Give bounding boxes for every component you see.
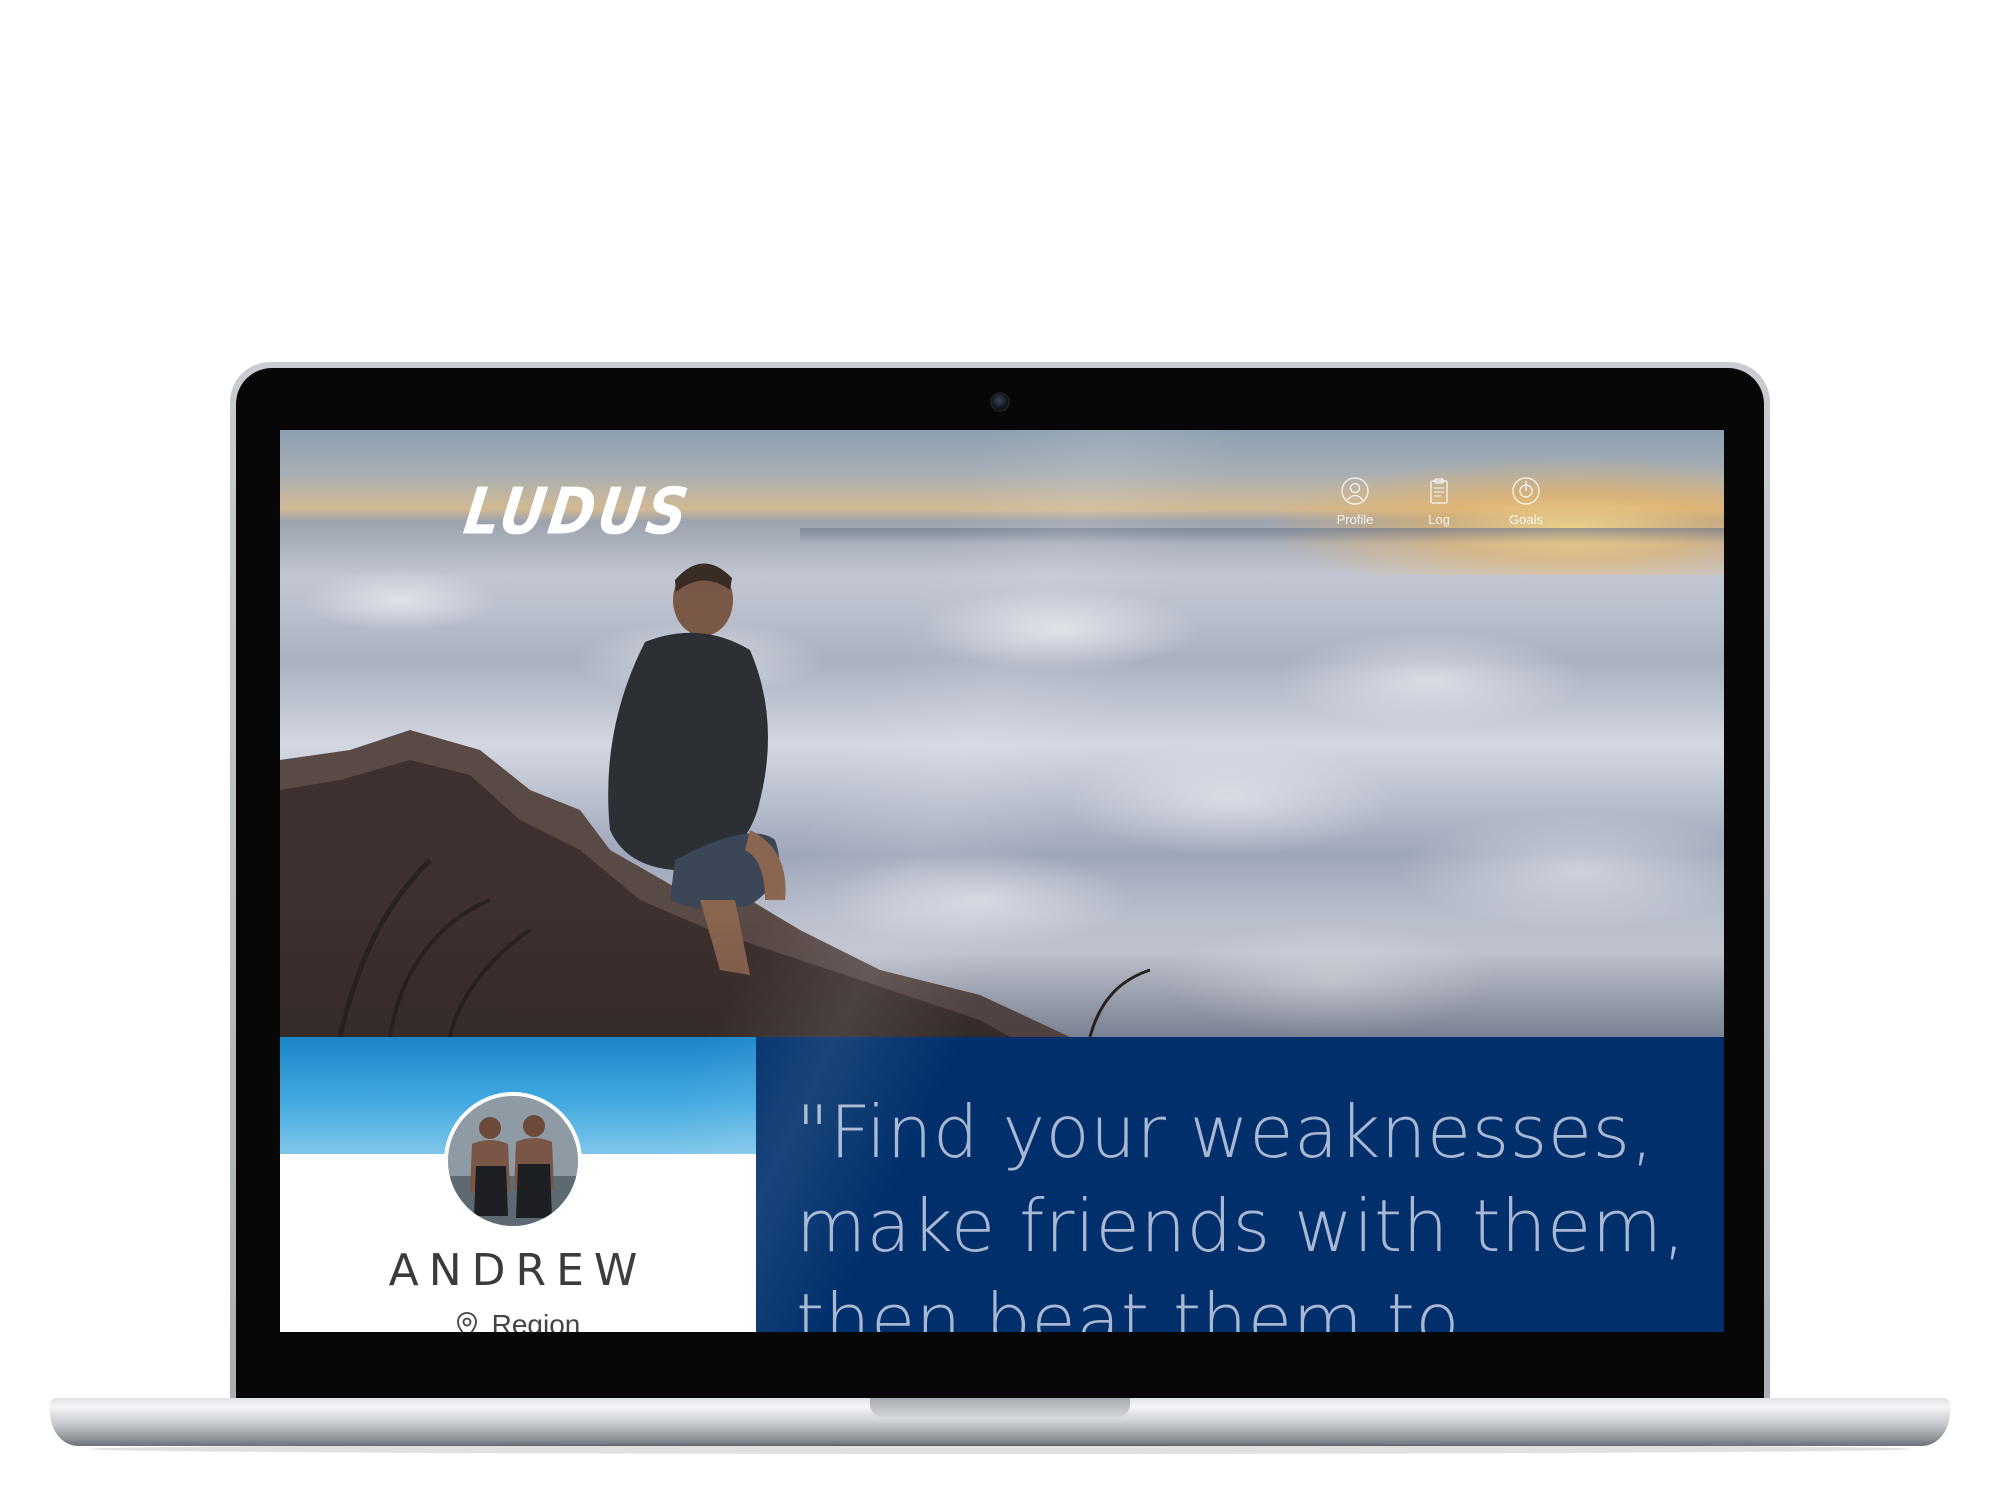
hero-banner: LUDUS Profile Log Goals bbox=[280, 430, 1724, 1037]
map-pin-icon bbox=[456, 1312, 477, 1332]
app-screen: LUDUS Profile Log Goals ANDREW Region "F… bbox=[280, 430, 1724, 1332]
nav-label-log: Log bbox=[1428, 512, 1450, 527]
nav-item-goals[interactable]: Goals bbox=[1491, 476, 1561, 527]
clipboard-icon bbox=[1430, 478, 1448, 504]
brand-logo[interactable]: LUDUS bbox=[459, 475, 695, 550]
nav-item-profile[interactable]: Profile bbox=[1320, 476, 1390, 527]
motivational-quote: "Find your weaknesses, make friends with… bbox=[796, 1090, 1686, 1332]
laptop-opening-notch bbox=[870, 1398, 1130, 1418]
quote-panel: "Find your weaknesses, make friends with… bbox=[756, 1037, 1724, 1332]
profile-card: ANDREW Region bbox=[280, 1037, 756, 1332]
profile-name: ANDREW bbox=[388, 1245, 648, 1296]
nav-label-goals: Goals bbox=[1509, 512, 1543, 527]
device-mockup: LUDUS Profile Log Goals ANDREW Region "F… bbox=[0, 0, 2000, 1500]
target-icon bbox=[1512, 477, 1540, 505]
user-circle-icon bbox=[1341, 477, 1369, 505]
avatar[interactable] bbox=[444, 1092, 582, 1230]
location-label: Region bbox=[491, 1309, 581, 1332]
profile-location: Region bbox=[280, 1309, 756, 1332]
nav-item-log[interactable]: Log bbox=[1404, 476, 1474, 527]
nav-label-profile: Profile bbox=[1336, 512, 1374, 527]
avatar-photo bbox=[448, 1096, 578, 1226]
camera-icon bbox=[990, 392, 1010, 412]
